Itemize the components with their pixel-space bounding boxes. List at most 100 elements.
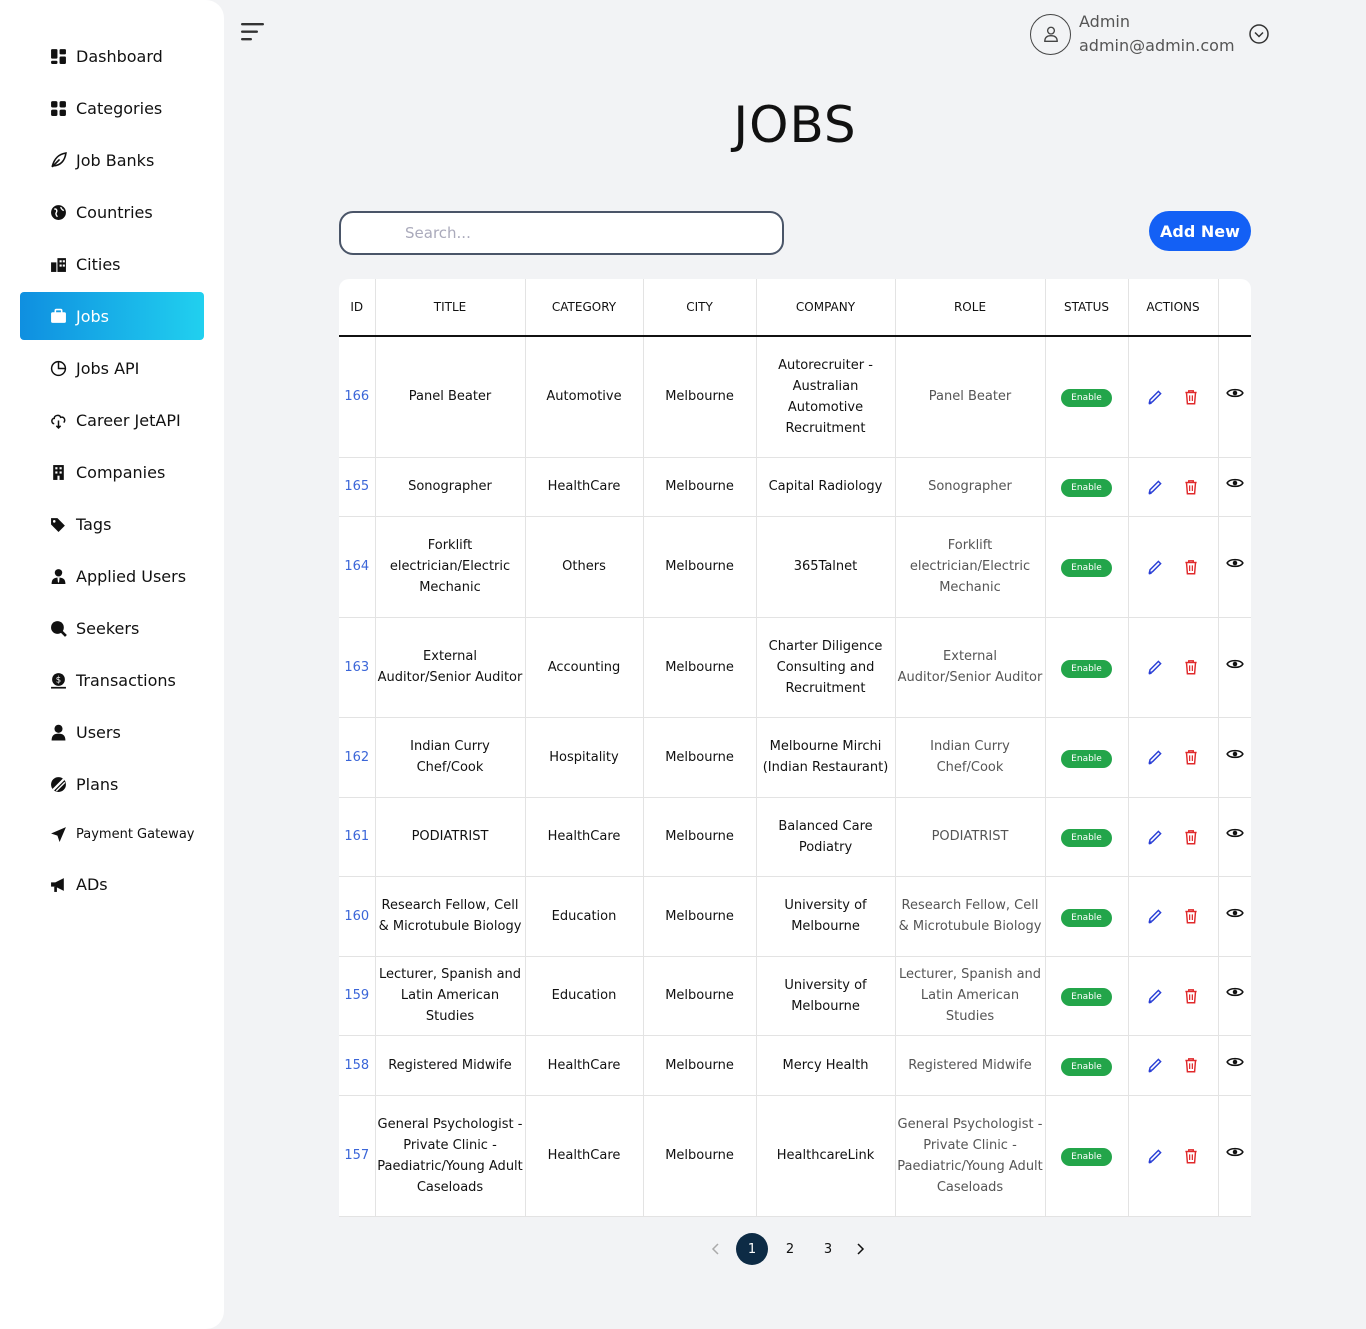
- cell-id[interactable]: 160: [339, 876, 376, 957]
- sidebar-item-users[interactable]: Users: [20, 708, 204, 756]
- delete-icon[interactable]: [1182, 478, 1200, 496]
- cell-id[interactable]: 158: [339, 1035, 376, 1096]
- chevron-down-icon[interactable]: [1248, 23, 1270, 45]
- cell-id[interactable]: 163: [339, 617, 376, 718]
- prev-page-icon[interactable]: [706, 1233, 726, 1265]
- cell-view: [1218, 717, 1251, 798]
- delete-icon[interactable]: [1182, 658, 1200, 676]
- sidebar-item-tags[interactable]: Tags: [20, 500, 204, 548]
- sidebar-item-cities[interactable]: Cities: [20, 240, 204, 288]
- user-icon: [48, 722, 68, 742]
- money-icon: $: [48, 670, 68, 690]
- sidebar: Dashboard Categories Job Banks Countries…: [0, 0, 224, 1329]
- status-badge[interactable]: Enable: [1061, 559, 1112, 577]
- cell-title: Indian Curry Chef/Cook: [375, 717, 526, 798]
- cell-city: Melbourne: [643, 956, 757, 1036]
- edit-icon[interactable]: [1146, 828, 1164, 846]
- cell-id[interactable]: 161: [339, 797, 376, 877]
- search-input[interactable]: Search...: [339, 211, 784, 255]
- edit-icon[interactable]: [1146, 478, 1164, 496]
- edit-icon[interactable]: [1146, 907, 1164, 925]
- sidebar-item-plans[interactable]: Plans: [20, 760, 204, 808]
- sidebar-item-transactions[interactable]: $ Transactions: [20, 656, 204, 704]
- status-badge[interactable]: Enable: [1061, 1148, 1112, 1166]
- sidebar-item-seekers[interactable]: Seekers: [20, 604, 204, 652]
- cell-title: PODIATRIST: [375, 797, 526, 877]
- cell-id[interactable]: 165: [339, 457, 376, 517]
- view-eye-icon[interactable]: [1225, 983, 1244, 1001]
- cell-title: Sonographer: [375, 457, 526, 517]
- sidebar-item-dashboard[interactable]: Dashboard: [20, 32, 204, 80]
- delete-icon[interactable]: [1182, 1147, 1200, 1165]
- view-eye-icon[interactable]: [1225, 384, 1244, 402]
- sidebar-item-career-jetapi[interactable]: Career JetAPI: [20, 396, 204, 444]
- view-eye-icon[interactable]: [1225, 474, 1244, 492]
- column-header-company: COMPANY: [756, 279, 896, 337]
- view-eye-icon[interactable]: [1225, 554, 1244, 572]
- status-badge[interactable]: Enable: [1061, 908, 1112, 927]
- sidebar-item-companies[interactable]: Companies: [20, 448, 204, 496]
- view-eye-icon[interactable]: [1225, 745, 1244, 763]
- pagination: 1 2 3: [706, 1233, 880, 1265]
- cell-company: Charter Diligence Consulting and Recruit…: [756, 617, 896, 718]
- status-badge[interactable]: Enable: [1061, 749, 1112, 768]
- cell-role: Registered Midwife: [895, 1035, 1046, 1096]
- view-eye-icon[interactable]: [1225, 824, 1244, 842]
- edit-icon[interactable]: [1146, 1056, 1164, 1074]
- edit-icon[interactable]: [1146, 987, 1164, 1005]
- cell-role: Forklift electrician/Electric Mechanic: [895, 516, 1046, 618]
- page-button[interactable]: 1: [736, 1233, 768, 1265]
- edit-icon[interactable]: [1146, 658, 1164, 676]
- cell-status: Enable: [1045, 717, 1129, 798]
- column-header-id: ID: [339, 279, 376, 337]
- delete-icon[interactable]: [1182, 907, 1200, 925]
- cell-id[interactable]: 157: [339, 1095, 376, 1217]
- sidebar-item-applied-users[interactable]: Applied Users: [20, 552, 204, 600]
- table-row: 160 Research Fellow, Cell & Microtubule B…: [339, 876, 1251, 957]
- cell-view: [1218, 1095, 1251, 1217]
- delete-icon[interactable]: [1182, 388, 1200, 406]
- delete-icon[interactable]: [1182, 748, 1200, 766]
- table-row: 157 General Psychologist - Private Clinic…: [339, 1095, 1251, 1217]
- delete-icon[interactable]: [1182, 558, 1200, 576]
- edit-icon[interactable]: [1146, 388, 1164, 406]
- delete-icon[interactable]: [1182, 828, 1200, 846]
- delete-icon[interactable]: [1182, 1056, 1200, 1074]
- page-button[interactable]: 3: [812, 1233, 844, 1265]
- view-eye-icon[interactable]: [1225, 904, 1244, 922]
- next-page-icon[interactable]: [850, 1233, 870, 1265]
- status-badge[interactable]: Enable: [1061, 988, 1112, 1006]
- cell-id[interactable]: 162: [339, 717, 376, 798]
- menu-toggle-icon[interactable]: [240, 20, 266, 44]
- view-eye-icon[interactable]: [1225, 1143, 1244, 1161]
- status-badge[interactable]: Enable: [1061, 659, 1112, 678]
- delete-icon[interactable]: [1182, 987, 1200, 1005]
- view-eye-icon[interactable]: [1225, 655, 1244, 673]
- sidebar-item-payment-gateway[interactable]: Payment Gateway: [20, 810, 204, 858]
- sidebar-item-countries[interactable]: Countries: [20, 188, 204, 236]
- cell-category: HealthCare: [525, 797, 644, 877]
- user-email: admin@admin.com: [1079, 36, 1235, 55]
- sidebar-item-jobs[interactable]: Jobs: [20, 292, 204, 340]
- edit-icon[interactable]: [1146, 748, 1164, 766]
- user-tie-icon: [48, 566, 68, 586]
- cell-title: General Psychologist - Private Clinic - …: [375, 1095, 526, 1217]
- cell-id[interactable]: 164: [339, 516, 376, 618]
- user-menu[interactable]: Admin admin@admin.com: [1030, 10, 1270, 58]
- add-new-button[interactable]: Add New: [1149, 211, 1251, 251]
- sidebar-item-label: Companies: [76, 462, 166, 482]
- cell-id[interactable]: 166: [339, 336, 376, 458]
- status-badge[interactable]: Enable: [1061, 829, 1112, 847]
- edit-icon[interactable]: [1146, 558, 1164, 576]
- edit-icon[interactable]: [1146, 1147, 1164, 1165]
- status-badge[interactable]: Enable: [1061, 479, 1112, 497]
- cell-view: [1218, 336, 1251, 458]
- sidebar-item-jobs-api[interactable]: Jobs API: [20, 344, 204, 392]
- view-eye-icon[interactable]: [1225, 1053, 1244, 1071]
- sidebar-item-ads[interactable]: ADs: [20, 860, 204, 908]
- cell-id[interactable]: 159: [339, 956, 376, 1036]
- page-button[interactable]: 2: [774, 1233, 806, 1265]
- status-badge[interactable]: Enable: [1061, 1057, 1112, 1076]
- cell-category: Education: [525, 876, 644, 957]
- status-badge[interactable]: Enable: [1061, 389, 1112, 408]
